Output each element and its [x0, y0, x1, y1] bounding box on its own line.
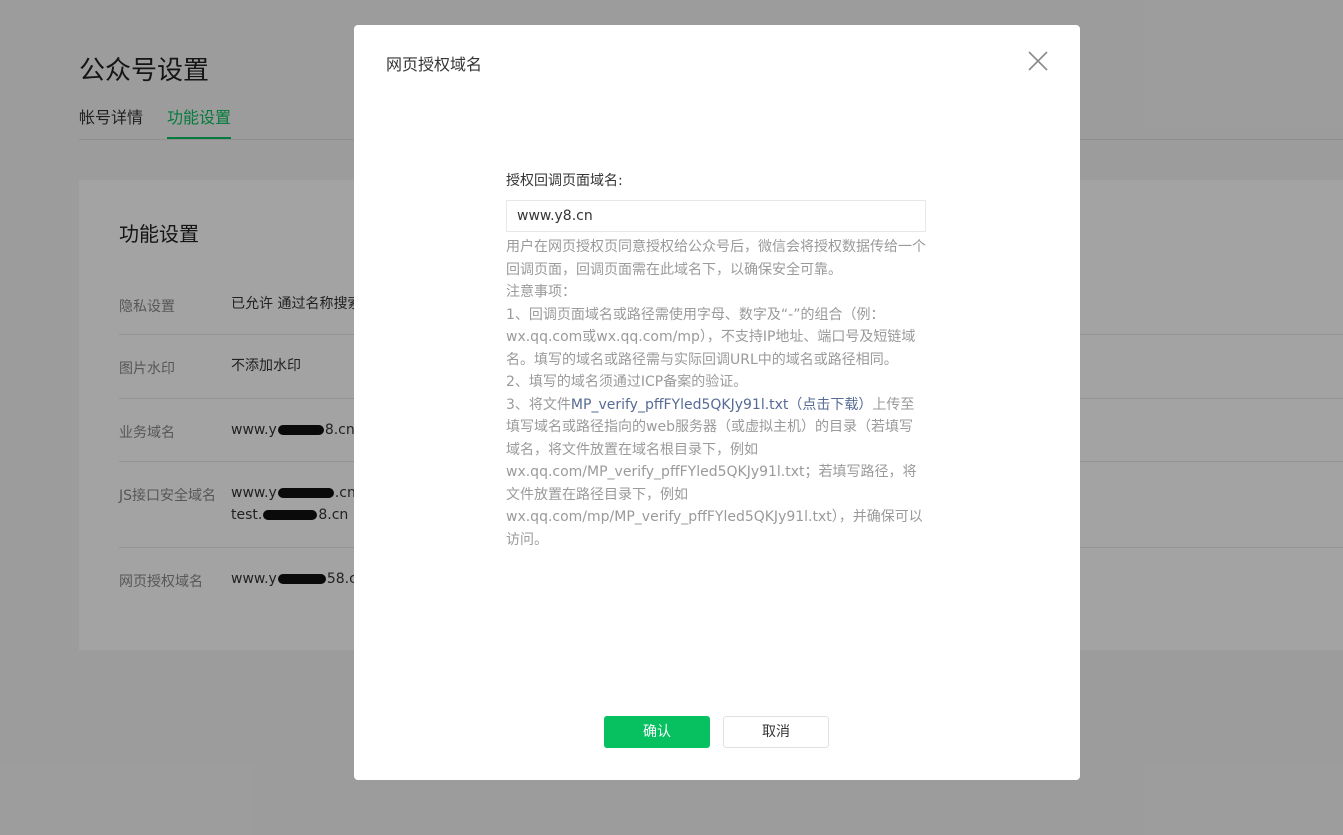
desc-item-2: 2、填写的域名须通过ICP备案的验证。 — [506, 374, 748, 390]
verify-file-download-link[interactable]: MP_verify_pffFYled5QKJy91l.txt（点击下载） — [571, 397, 873, 413]
confirm-button[interactable]: 确认 — [604, 716, 710, 748]
oauth-domain-input[interactable] — [506, 200, 926, 232]
dialog-content: 授权回调页面域名: 用户在网页授权页同意授权给公众号后，微信会将授权数据传给一个… — [506, 170, 926, 551]
oauth-domain-dialog: 网页授权域名 授权回调页面域名: 用户在网页授权页同意授权给公众号后，微信会将授… — [354, 25, 1080, 780]
desc-notice: 注意事项： — [506, 284, 576, 300]
field-label: 授权回调页面域名: — [506, 173, 623, 189]
desc-intro: 用户在网页授权页同意授权给公众号后，微信会将授权数据传给一个回调页面，回调页面需… — [506, 239, 926, 278]
field-description: 用户在网页授权页同意授权给公众号后，微信会将授权数据传给一个回调页面，回调页面需… — [506, 236, 926, 551]
dialog-title: 网页授权域名 — [386, 55, 483, 74]
desc-item-1: 1、回调页面域名或路径需使用字母、数字及“-”的组合（例：wx.qq.com或w… — [506, 306, 916, 368]
close-icon[interactable] — [1026, 49, 1050, 73]
desc-item-3: 3、将文件MP_verify_pffFYled5QKJy91l.txt（点击下载… — [506, 396, 923, 548]
cancel-button[interactable]: 取消 — [723, 716, 829, 748]
